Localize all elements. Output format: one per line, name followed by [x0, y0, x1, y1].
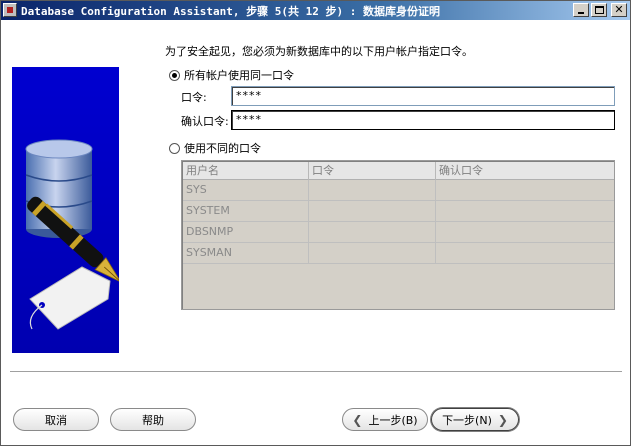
- column-header-username[interactable]: 用户名: [183, 162, 309, 180]
- cancel-button-label: 取消: [45, 413, 67, 427]
- username-cell: SYSMAN: [183, 243, 309, 264]
- button-separator: [10, 371, 622, 373]
- username-cell: SYS: [183, 180, 309, 201]
- back-button-label: 上一步(B): [368, 413, 418, 427]
- database-pen-illustration: [12, 67, 119, 353]
- next-button-label: 下一步(N): [442, 413, 492, 427]
- column-header-confirm[interactable]: 确认口令: [436, 162, 614, 180]
- column-header-password[interactable]: 口令: [309, 162, 436, 180]
- maximize-icon: [595, 6, 604, 14]
- instruction-text: 为了安全起见，您必须为新数据库中的以下用户帐户指定口令。: [165, 45, 473, 58]
- app-icon[interactable]: [3, 3, 17, 17]
- username-cell: DBSNMP: [183, 222, 309, 243]
- table-row: SYSMAN: [183, 243, 614, 264]
- confirm-password-value: ****: [236, 113, 262, 126]
- table-row: DBSNMP: [183, 222, 614, 243]
- password-cell[interactable]: [309, 180, 436, 201]
- back-button[interactable]: ❮ 上一步(B): [342, 408, 428, 431]
- different-password-radio[interactable]: [169, 142, 180, 154]
- confirm-cell[interactable]: [436, 201, 614, 222]
- password-cell[interactable]: [309, 222, 436, 243]
- wizard-artwork: [12, 67, 119, 353]
- chevron-left-icon: ❮: [352, 412, 363, 427]
- confirm-cell[interactable]: [436, 243, 614, 264]
- confirm-cell[interactable]: [436, 180, 614, 201]
- username-cell: SYSTEM: [183, 201, 309, 222]
- password-input[interactable]: ****: [231, 86, 615, 106]
- confirm-password-input[interactable]: ****: [231, 110, 615, 130]
- confirm-password-label: 确认口令:: [181, 115, 229, 128]
- minimize-button[interactable]: [573, 3, 589, 17]
- same-password-radio[interactable]: [169, 69, 180, 81]
- next-button[interactable]: 下一步(N) ❯: [431, 408, 519, 431]
- close-button[interactable]: ✕: [611, 3, 627, 17]
- window-controls: ✕: [573, 3, 627, 17]
- title-bar[interactable]: Database Configuration Assistant, 步骤 5(共…: [1, 1, 630, 20]
- different-password-option[interactable]: 使用不同的口令: [169, 140, 261, 156]
- window-title: Database Configuration Assistant, 步骤 5(共…: [21, 5, 441, 18]
- different-password-label: 使用不同的口令: [184, 142, 261, 155]
- confirm-cell[interactable]: [436, 222, 614, 243]
- chevron-right-icon: ❯: [497, 412, 508, 427]
- table-row: SYS: [183, 180, 614, 201]
- password-value: ****: [236, 89, 262, 102]
- cancel-button[interactable]: 取消: [13, 408, 99, 431]
- close-icon: ✕: [614, 3, 624, 16]
- user-password-table: 用户名 口令 确认口令 SYS SYSTEM DBSNMP SYSMAN: [181, 160, 615, 310]
- same-password-label: 所有帐户使用同一口令: [184, 69, 294, 82]
- password-cell[interactable]: [309, 243, 436, 264]
- password-cell[interactable]: [309, 201, 436, 222]
- dbca-window: Database Configuration Assistant, 步骤 5(共…: [0, 0, 631, 446]
- same-password-option[interactable]: 所有帐户使用同一口令: [169, 67, 294, 83]
- minimize-icon: [578, 12, 584, 14]
- password-label: 口令:: [181, 91, 207, 104]
- help-button-label: 帮助: [142, 413, 164, 427]
- maximize-button[interactable]: [591, 3, 607, 17]
- help-button[interactable]: 帮助: [110, 408, 196, 431]
- table-header: 用户名 口令 确认口令: [183, 162, 614, 180]
- table-row: SYSTEM: [183, 201, 614, 222]
